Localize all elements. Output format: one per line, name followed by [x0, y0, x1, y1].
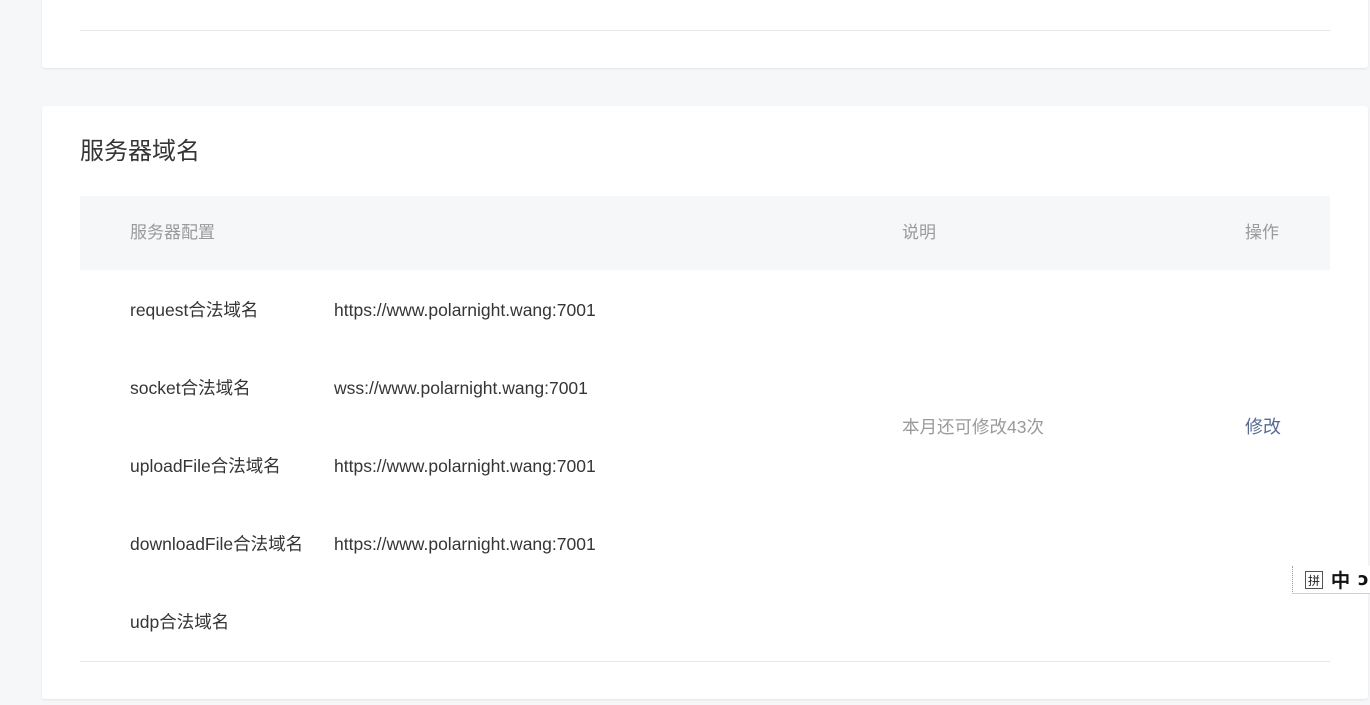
header-operation: 操作 [1245, 223, 1279, 242]
modify-link[interactable]: 修改 [1245, 412, 1281, 442]
domain-label: udp合法域名 [130, 612, 230, 632]
chinese-language-toggle[interactable]: 中 [1331, 566, 1350, 593]
ime-toolbar[interactable]: 拼 中 ↄ [1292, 566, 1370, 594]
table-header: 服务器配置 说明 操作 [80, 196, 1330, 270]
previous-section-card [42, 0, 1368, 68]
domain-value: https://www.polarnight.wang:7001 [334, 300, 596, 320]
section-title: 服务器域名 [80, 138, 200, 165]
domain-label: uploadFile合法域名 [130, 456, 281, 476]
domain-label: downloadFile合法域名 [130, 534, 304, 554]
punctuation-mode-icon[interactable]: ↄ [1358, 569, 1369, 590]
server-domain-card: 服务器域名 服务器配置 说明 操作 request合法域名 https://ww… [42, 106, 1368, 699]
modify-count-text: 本月还可修改43次 [902, 417, 1044, 437]
domain-value: https://www.polarnight.wang:7001 [334, 534, 596, 554]
domain-label: socket合法域名 [130, 378, 251, 398]
header-config: 服务器配置 [130, 223, 215, 242]
divider [80, 30, 1330, 31]
domain-label: request合法域名 [130, 300, 259, 320]
pinyin-mode-icon[interactable]: 拼 [1305, 570, 1323, 589]
domain-value: wss://www.polarnight.wang:7001 [334, 378, 588, 398]
divider [80, 661, 1330, 662]
domain-value: https://www.polarnight.wang:7001 [334, 456, 596, 476]
header-description: 说明 [902, 223, 936, 242]
